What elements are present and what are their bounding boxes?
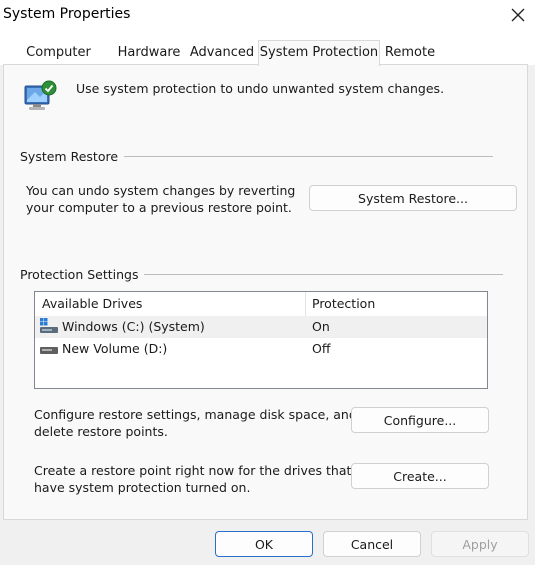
drive-name: Windows (C:) (System) [62, 319, 205, 334]
system-restore-description: You can undo system changes by reverting… [26, 183, 296, 215]
column-header-protection[interactable]: Protection [312, 292, 375, 316]
drive-protection-status: On [312, 319, 330, 334]
window-title: System Properties [3, 6, 131, 22]
drive-name: New Volume (D:) [62, 341, 168, 356]
close-icon [511, 8, 524, 22]
drive-icon [40, 342, 58, 364]
ok-button[interactable]: OK [215, 531, 313, 557]
cancel-button[interactable]: Cancel [323, 531, 421, 557]
drive-row[interactable]: Windows (C:) (System) On [35, 316, 487, 338]
protection-settings-divider [143, 274, 503, 275]
title-bar: System Properties [0, 0, 535, 32]
create-description: Create a restore point right now for the… [34, 463, 352, 495]
drive-row[interactable]: New Volume (D:) Off [35, 338, 487, 360]
close-button[interactable] [500, 0, 535, 30]
drive-protection-status: Off [312, 341, 331, 356]
apply-button[interactable]: Apply [431, 531, 529, 557]
configure-description: Configure restore settings, manage disk … [34, 407, 357, 439]
column-separator[interactable] [305, 292, 306, 316]
tab-computer-name[interactable]: Computer Name [5, 42, 112, 82]
tab-advanced[interactable]: Advanced [186, 42, 258, 64]
create-button[interactable]: Create... [351, 463, 489, 489]
tab-system-protection[interactable]: System Protection [258, 40, 380, 66]
column-header-drives[interactable]: Available Drives [42, 292, 142, 316]
tab-hardware[interactable]: Hardware [114, 42, 184, 64]
protection-settings-label: Protection Settings [20, 267, 145, 282]
intro-text: Use system protection to undo unwanted s… [76, 81, 445, 96]
system-restore-button[interactable]: System Restore... [309, 185, 517, 211]
system-restore-divider [123, 156, 493, 157]
tab-remote[interactable]: Remote [381, 42, 439, 64]
configure-button[interactable]: Configure... [351, 407, 489, 433]
system-restore-label: System Restore [20, 149, 125, 164]
drives-list[interactable]: Available Drives Protection Windows (C:)… [34, 291, 488, 389]
system-protection-icon [22, 78, 60, 119]
